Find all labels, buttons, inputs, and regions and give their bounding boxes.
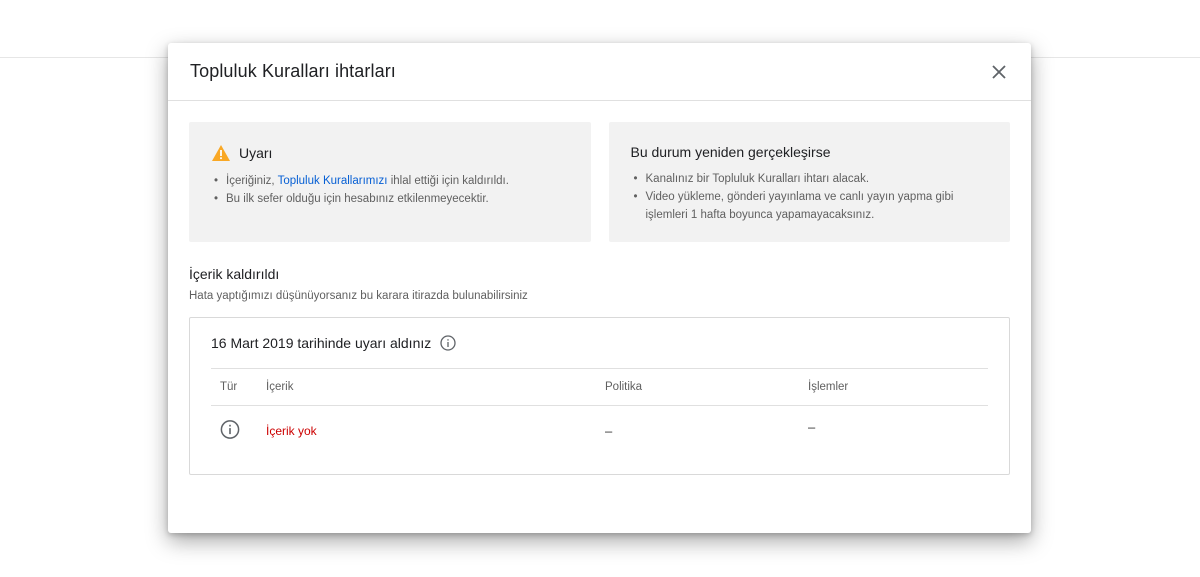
dialog-header: Topluluk Kuralları ihtarları bbox=[168, 43, 1031, 101]
repeat-heading: Bu durum yeniden gerçekleşirse bbox=[630, 144, 831, 160]
warning-bullet-1: İçeriğiniz, Topluluk Kurallarımızı ihlal… bbox=[211, 172, 569, 190]
info-icon bbox=[220, 420, 240, 439]
info-icon[interactable] bbox=[440, 335, 456, 351]
community-guidelines-link[interactable]: Topluluk Kurallarımızı bbox=[278, 175, 388, 187]
row-type-cell bbox=[220, 420, 240, 443]
repeat-card: Bu durum yeniden gerçekleşirse Kanalınız… bbox=[608, 122, 1010, 242]
row-policy: – bbox=[605, 423, 613, 439]
repeat-list: Kanalınız bir Topluluk Kuralları ihtarı … bbox=[631, 170, 989, 224]
warning-heading-label: Uyarı bbox=[239, 145, 273, 161]
warning-list: İçeriğiniz, Topluluk Kurallarımızı ihlal… bbox=[211, 172, 569, 208]
column-policy: Politika bbox=[605, 381, 643, 393]
warning-card: Uyarı İçeriğiniz, Topluluk Kurallarımızı… bbox=[189, 122, 591, 242]
strike-heading: 16 Mart 2019 tarihinde uyarı aldınız bbox=[211, 318, 988, 368]
repeat-bullet-1: Kanalınız bir Topluluk Kuralları ihtarı … bbox=[631, 170, 989, 188]
close-button[interactable] bbox=[987, 60, 1011, 84]
row-actions: – bbox=[808, 419, 816, 435]
dialog-body: Uyarı İçeriğiniz, Topluluk Kurallarımızı… bbox=[168, 101, 1031, 475]
warning-triangle-icon bbox=[212, 145, 230, 161]
dialog-title: Topluluk Kuralları ihtarları bbox=[190, 61, 396, 81]
warning-heading: Uyarı bbox=[211, 144, 569, 162]
content-removed-subtitle: Hata yaptığımızı düşünüyorsanız bu karar… bbox=[189, 290, 528, 302]
column-actions: İşlemler bbox=[808, 381, 849, 393]
table-row: İçerik yok – – bbox=[211, 406, 988, 456]
repeat-bullet-2: Video yükleme, gönderi yayınlama ve canl… bbox=[631, 188, 989, 224]
warning-bullet-1-suffix: ihlal ettiği için kaldırıldı. bbox=[387, 175, 509, 187]
row-content[interactable]: İçerik yok bbox=[266, 424, 317, 438]
strike-heading-label: 16 Mart 2019 tarihinde uyarı aldınız bbox=[211, 335, 432, 351]
info-cards: Uyarı İçeriğiniz, Topluluk Kurallarımızı… bbox=[189, 122, 1010, 242]
column-content: İçerik bbox=[266, 381, 294, 393]
strikes-dialog: Topluluk Kuralları ihtarları Uyarı İçeri bbox=[168, 43, 1031, 533]
column-type: Tür bbox=[220, 381, 238, 393]
warning-bullet-1-prefix: İçeriğiniz, bbox=[226, 175, 278, 187]
content-removed-title: İçerik kaldırıldı bbox=[189, 266, 280, 282]
table-header: Tür İçerik Politika İşlemler bbox=[211, 368, 988, 406]
strike-box: 16 Mart 2019 tarihinde uyarı aldınız Tür… bbox=[189, 317, 1010, 475]
close-icon bbox=[992, 64, 1006, 79]
warning-bullet-2: Bu ilk sefer olduğu için hesabınız etkil… bbox=[211, 190, 569, 208]
